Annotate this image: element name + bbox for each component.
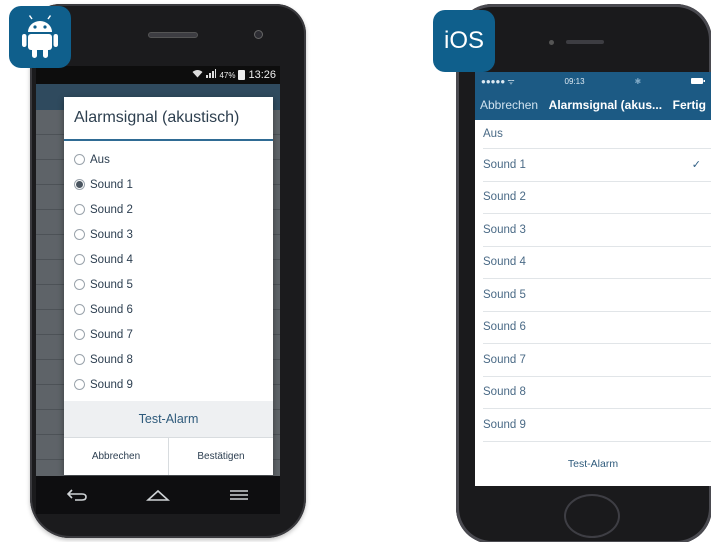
radio-option-sound-9[interactable]: Sound 9 — [64, 372, 273, 397]
wifi-icon — [192, 69, 203, 81]
radio-label: Sound 7 — [90, 328, 133, 341]
ios-option-sound-1[interactable]: Sound 1 ✓ — [483, 149, 711, 182]
radio-label: Sound 8 — [90, 353, 133, 366]
checkmark-icon: ✓ — [691, 159, 701, 172]
android-status-bar: 47% 13:26 — [36, 66, 280, 84]
radio-checked-icon — [74, 179, 85, 190]
ios-option-sound-7[interactable]: Sound 7 — [483, 344, 711, 377]
radio-option-sound-5[interactable]: Sound 5 — [64, 272, 273, 297]
battery-icon — [238, 70, 246, 80]
sound-radio-list: Aus Sound 1 Sound 2 Sound 3 Sound 4 Soun… — [64, 141, 273, 397]
ios-sound-list: Aus Sound 1 ✓ Sound 2 Sound 3 Sound 4 Sou… — [475, 120, 711, 442]
ios-status-time: 09:13 — [564, 76, 585, 86]
ios-nav-title: Alarmsignal (akus... — [548, 98, 663, 112]
alarm-signal-dialog: Alarmsignal (akustisch) Aus Sound 1 Soun… — [64, 97, 273, 475]
radio-icon — [74, 304, 85, 315]
android-speaker — [148, 32, 198, 38]
home-icon[interactable] — [143, 485, 173, 505]
battery-icon — [691, 77, 705, 86]
iphone-speaker — [566, 40, 604, 44]
cancel-button[interactable]: Abbrechen — [64, 438, 168, 475]
radio-icon — [74, 254, 85, 265]
ios-option-sound-9[interactable]: Sound 9 — [483, 409, 711, 442]
android-nav-bar — [36, 476, 280, 514]
radio-label: Sound 9 — [90, 378, 133, 391]
test-alarm-button[interactable]: Test-Alarm — [64, 401, 273, 437]
radio-icon — [74, 229, 85, 240]
confirm-button[interactable]: Bestätigen — [168, 438, 273, 475]
radio-option-sound-6[interactable]: Sound 6 — [64, 297, 273, 322]
radio-label: Sound 2 — [90, 203, 133, 216]
dialog-title: Alarmsignal (akustisch) — [64, 97, 273, 141]
ios-option-sound-3[interactable]: Sound 3 — [483, 214, 711, 247]
back-icon[interactable] — [62, 485, 92, 505]
radio-icon — [74, 379, 85, 390]
ios-cancel-button[interactable]: Abbrechen — [480, 98, 538, 112]
ios-option-sound-5[interactable]: Sound 5 — [483, 279, 711, 312]
radio-icon — [74, 154, 85, 165]
radio-label: Sound 1 — [90, 178, 133, 191]
radio-label: Aus — [90, 153, 110, 166]
ios-status-bar: ●●●●● ᯤ 09:13 ✱ — [475, 72, 711, 90]
ios-option-label: Sound 1 — [483, 158, 526, 171]
status-time: 13:26 — [248, 69, 276, 81]
android-screen: 47% 13:26 Alarmsignal (akustisch) Aus So… — [36, 66, 280, 490]
ios-done-button[interactable]: Fertig — [673, 98, 706, 112]
ios-option-label: Sound 7 — [483, 353, 526, 366]
home-button[interactable] — [564, 494, 620, 538]
radio-option-sound-8[interactable]: Sound 8 — [64, 347, 273, 372]
ios-option-label: Sound 2 — [483, 191, 526, 204]
carrier-signal: ●●●●● ᯤ — [481, 76, 515, 86]
radio-option-sound-2[interactable]: Sound 2 — [64, 197, 273, 222]
ios-option-sound-8[interactable]: Sound 8 — [483, 377, 711, 409]
radio-option-sound-4[interactable]: Sound 4 — [64, 247, 273, 272]
radio-label: Sound 6 — [90, 303, 133, 316]
android-camera — [254, 30, 263, 39]
radio-label: Sound 3 — [90, 228, 133, 241]
android-robot-icon — [9, 6, 71, 68]
radio-icon — [74, 204, 85, 215]
radio-icon — [74, 354, 85, 365]
radio-label: Sound 4 — [90, 253, 133, 266]
radio-label: Sound 5 — [90, 278, 133, 291]
signal-icon — [206, 69, 217, 81]
ios-option-aus[interactable]: Aus — [483, 120, 711, 149]
ios-option-sound-6[interactable]: Sound 6 — [483, 312, 711, 344]
bluetooth-icon: ✱ — [634, 76, 642, 86]
ios-nav-bar: Abbrechen Alarmsignal (akus... Fertig — [475, 90, 711, 120]
battery-percent: 47% — [219, 70, 236, 80]
radio-icon — [74, 279, 85, 290]
radio-option-aus[interactable]: Aus — [64, 147, 273, 172]
ios-option-label: Sound 9 — [483, 418, 526, 431]
ios-option-label: Sound 4 — [483, 256, 526, 269]
ios-option-label: Aus — [483, 128, 503, 140]
radio-option-sound-7[interactable]: Sound 7 — [64, 322, 273, 347]
ios-screen: ●●●●● ᯤ 09:13 ✱ Abbrechen Alarmsignal (a… — [475, 72, 711, 486]
ios-option-label: Sound 6 — [483, 321, 526, 334]
dialog-actions: Abbrechen Bestätigen — [64, 437, 273, 475]
ios-option-label: Sound 3 — [483, 223, 526, 236]
ios-option-label: Sound 8 — [483, 386, 526, 399]
ios-option-label: Sound 5 — [483, 288, 526, 301]
ios-test-alarm-button[interactable]: Test-Alarm — [475, 442, 711, 486]
radio-option-sound-3[interactable]: Sound 3 — [64, 222, 273, 247]
iphone-sensor — [549, 40, 554, 45]
menu-icon[interactable] — [224, 485, 254, 505]
ios-option-sound-4[interactable]: Sound 4 — [483, 247, 711, 279]
ios-option-sound-2[interactable]: Sound 2 — [483, 182, 711, 214]
ios-badge: iOS — [433, 10, 495, 72]
radio-option-sound-1[interactable]: Sound 1 — [64, 172, 273, 197]
radio-icon — [74, 329, 85, 340]
